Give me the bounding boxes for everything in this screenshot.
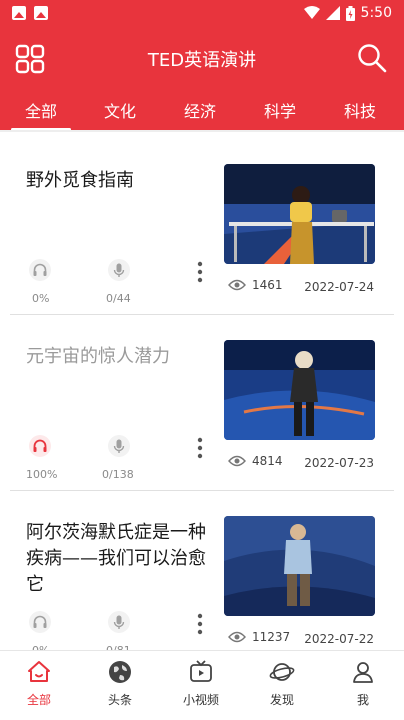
battery-icon [345,5,355,21]
view-count: 11237 [228,630,290,644]
view-count-value: 4814 [252,454,283,468]
record-progress: 0/44 [106,292,131,305]
publish-date: 2022-07-22 [304,632,374,646]
category-tabs: 全部 文化 经济 科学 科技 [0,88,404,131]
talk-card[interactable]: 元宇宙的惊人潜力 100% 0/138 4814 2022-07-23 [0,318,404,494]
nav-item-discover[interactable]: 发现 [252,659,312,708]
nav-label: 头条 [107,693,132,707]
status-left [12,6,48,20]
talk-title[interactable]: 阿尔茨海默氏症是一种疾病——我们可以治愈它 [26,520,216,598]
eye-icon [228,455,246,467]
view-count-value: 11237 [252,630,291,644]
nav-label: 发现 [269,693,294,707]
wifi-icon [303,6,320,19]
tab-all[interactable]: 全部 [10,98,72,131]
tab-economy[interactable]: 经济 [184,98,216,122]
nav-item-headlines[interactable]: 头条 [90,659,150,708]
nav-label: 我 [356,693,369,707]
talk-card[interactable]: 野外觅食指南 0% 0/44 1461 2022-07-24 [0,142,404,318]
talk-thumbnail[interactable] [224,340,375,440]
card-separator [10,314,394,315]
talk-title[interactable]: 野外觅食指南 [26,168,216,194]
image-icon [34,6,48,20]
bottom-nav: 全部 头条 小视频 发现 我 [0,650,404,720]
tabs-divider [0,130,404,132]
user-icon [353,662,373,683]
home-icon [28,661,50,682]
status-time: 5:50 [360,5,392,21]
headphones-icon[interactable] [28,434,52,458]
globe-icon [109,661,131,683]
nav-label: 小视频 [182,693,219,707]
headphones-icon[interactable] [28,610,52,634]
planet-icon [269,663,295,681]
image-icon [12,6,26,20]
search-icon[interactable] [356,42,388,74]
publish-date: 2022-07-23 [304,456,374,470]
nav-item-me[interactable]: 我 [333,659,393,708]
view-count-value: 1461 [252,278,283,292]
tab-science[interactable]: 科学 [264,98,296,122]
nav-label: 全部 [26,693,51,707]
status-right: 5:50 [303,5,392,21]
headphones-icon[interactable] [28,258,52,282]
tab-technology[interactable]: 科技 [344,98,376,122]
view-count: 4814 [228,454,283,468]
page-title: TED英语演讲 [147,50,257,71]
more-options-icon[interactable] [196,436,204,460]
eye-icon [228,279,246,291]
microphone-icon[interactable] [107,434,131,458]
tv-icon [190,660,212,682]
nav-item-short-video[interactable]: 小视频 [171,659,231,708]
listen-progress: 100% [26,468,58,481]
card-separator [10,490,394,491]
record-progress: 0/138 [102,468,134,481]
nav-item-all[interactable]: 全部 [9,659,69,708]
publish-date: 2022-07-24 [304,280,374,294]
talk-title[interactable]: 元宇宙的惊人潜力 [26,344,216,370]
listen-progress: 0% [32,292,50,305]
app-bar: TED英语演讲 [0,30,404,88]
microphone-icon[interactable] [107,258,131,282]
status-bar: 5:50 [0,0,404,30]
more-options-icon[interactable] [196,612,204,636]
view-count: 1461 [228,278,283,292]
more-options-icon[interactable] [196,260,204,284]
talk-thumbnail[interactable] [224,164,375,264]
tab-culture[interactable]: 文化 [104,98,136,122]
talk-thumbnail[interactable] [224,516,375,616]
talk-card[interactable]: 阿尔茨海默氏症是一种疾病——我们可以治愈它 0% 0/81 11237 2022… [0,494,404,670]
microphone-icon[interactable] [107,610,131,634]
signal-icon [325,6,340,20]
eye-icon [228,631,246,643]
